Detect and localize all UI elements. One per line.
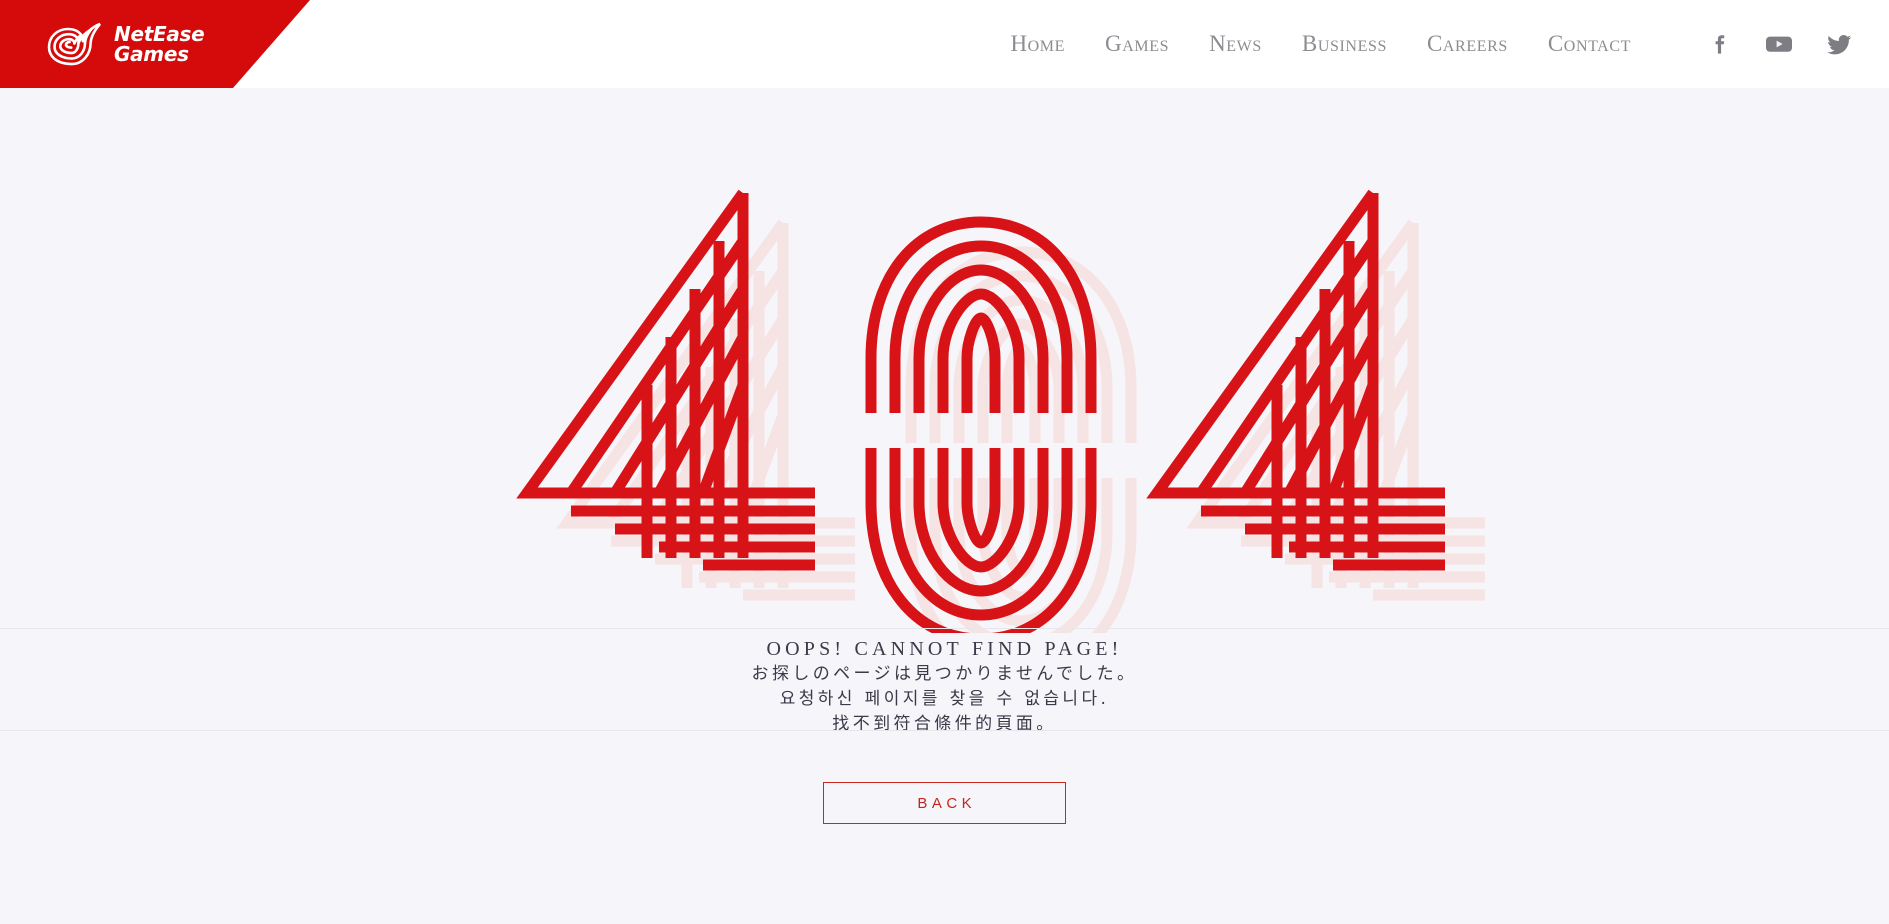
error-message-en: OOPS! CANNOT FIND PAGE! [766, 638, 1123, 660]
back-button-container: BACK [0, 782, 1889, 824]
nav-item-careers[interactable]: Careers [1407, 25, 1528, 63]
social-links [1705, 0, 1853, 88]
divider-below-message [0, 730, 1889, 731]
error-message-ja: お探しのページは見つかりませんでした。 [751, 664, 1138, 684]
logo-line-netease: NetEase [114, 21, 205, 46]
netease-swirl-icon [42, 18, 104, 70]
nav-item-news[interactable]: News [1189, 25, 1282, 63]
youtube-icon[interactable] [1765, 30, 1793, 58]
facebook-icon[interactable] [1705, 30, 1733, 58]
error-message-ko: 요청하신 페이지를 찾을 수 없습니다. [779, 689, 1110, 709]
divider-above-message [0, 628, 1889, 629]
nav-item-business[interactable]: Business [1282, 25, 1407, 63]
netease-games-logo[interactable]: NetEase Games [42, 14, 205, 74]
error-message-block: OOPS! CANNOT FIND PAGE! お探しのページは見つかりませんで… [0, 636, 1889, 737]
netease-games-wordmark: NetEase Games [114, 21, 205, 66]
error-code-graphic [0, 88, 1889, 633]
nav-item-games[interactable]: Games [1085, 25, 1189, 63]
nav-item-contact[interactable]: Contact [1528, 25, 1651, 63]
back-button[interactable]: BACK [823, 782, 1066, 824]
main-navigation: Home Games News Business Careers Contact [990, 0, 1651, 88]
site-header: NetEase Games Home Games News Business C… [0, 0, 1889, 88]
logo-line-games: Games [114, 42, 189, 66]
error-message-zh: 找不到符合條件的頁面。 [832, 714, 1057, 734]
nav-item-home[interactable]: Home [990, 25, 1085, 63]
twitter-icon[interactable] [1825, 30, 1853, 58]
